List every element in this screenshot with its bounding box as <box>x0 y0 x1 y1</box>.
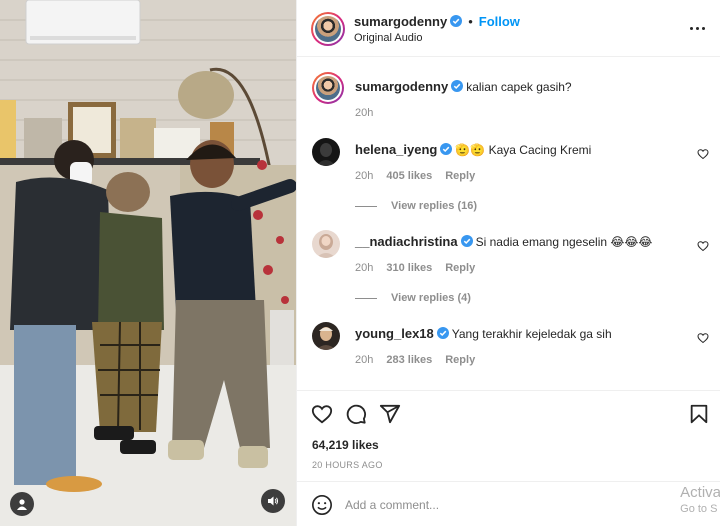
heart-icon[interactable] <box>697 240 709 252</box>
user-tag-icon <box>17 499 27 510</box>
user-tag-button[interactable] <box>10 492 34 516</box>
reply-button[interactable]: Reply <box>445 170 475 182</box>
post-header: sumargodenny • Follow Original Audio <box>297 0 720 57</box>
caption-avatar[interactable] <box>312 72 344 104</box>
post-panel: sumargodenny • Follow Original Audio sumar… <box>296 0 720 526</box>
emoji-icon[interactable] <box>311 494 333 516</box>
video-frame-illustration <box>0 0 296 526</box>
reply-button[interactable]: Reply <box>445 354 475 366</box>
author-avatar[interactable] <box>311 12 345 46</box>
comment-age: 20h <box>355 170 374 182</box>
commenter-username[interactable]: helena_iyeng <box>355 142 437 157</box>
share-icon[interactable] <box>379 403 401 425</box>
comment-age: 20h <box>355 262 374 274</box>
verified-badge-icon <box>436 327 449 339</box>
comment-item: __nadiachristina Si nadia emang ngeselin … <box>312 230 712 310</box>
comment-text: 🫡🫡 Kaya Cacing Kremi <box>455 143 592 157</box>
heart-icon[interactable] <box>697 332 709 344</box>
follow-button[interactable]: Follow <box>479 14 520 29</box>
heart-icon[interactable] <box>311 403 333 425</box>
verified-badge-icon <box>440 143 453 155</box>
view-replies-button[interactable]: View replies (16) <box>355 200 477 212</box>
comments-list[interactable]: sumargodenny kalian capek gasih? 20h hele… <box>297 58 720 390</box>
comment-meta: 20h 310 likes Reply <box>355 262 488 274</box>
commenter-avatar[interactable] <box>312 230 340 258</box>
comment-input[interactable] <box>345 496 645 514</box>
comment-age: 20h <box>355 354 374 366</box>
heart-icon[interactable] <box>697 148 709 160</box>
reply-button[interactable]: Reply <box>445 262 475 274</box>
commenter-username[interactable]: young_lex18 <box>355 326 434 341</box>
comment-text: Yang terakhir kejeledak ga sih <box>451 327 612 341</box>
comment-likes[interactable]: 310 likes <box>386 262 432 274</box>
view-replies-button[interactable]: View replies (4) <box>355 292 471 304</box>
caption: sumargodenny kalian capek gasih? 20h <box>312 72 712 132</box>
caption-age: 20h <box>355 107 374 119</box>
author-username[interactable]: sumargodenny <box>354 14 447 29</box>
separator-dot: • <box>468 14 473 29</box>
commenter-username[interactable]: __nadiachristina <box>355 234 458 249</box>
comment-likes[interactable]: 405 likes <box>386 170 432 182</box>
commenter-avatar[interactable] <box>312 138 340 166</box>
video-player[interactable] <box>0 0 296 526</box>
windows-activation-watermark: Activa Go to S <box>680 484 720 515</box>
comment-icon[interactable] <box>345 403 367 425</box>
sound-icon <box>268 496 279 506</box>
verified-badge-icon <box>460 235 473 247</box>
post-timestamp[interactable]: 20 HOURS AGO <box>312 460 383 470</box>
add-comment-bar: Activa Go to S <box>297 481 720 526</box>
comment-likes[interactable]: 283 likes <box>386 354 432 366</box>
comment-meta: 20h 283 likes Reply <box>355 354 488 366</box>
verified-badge-icon <box>450 15 463 27</box>
more-options-icon[interactable] <box>687 20 707 36</box>
sound-toggle-button[interactable] <box>261 489 285 513</box>
commenter-avatar[interactable] <box>312 322 340 350</box>
comment-item: young_lex18 Yang terakhir kejeledak ga si… <box>312 322 712 382</box>
caption-username[interactable]: sumargodenny <box>355 79 448 94</box>
comment-item: helena_iyeng 🫡🫡 Kaya Cacing Kremi 20h 405 … <box>312 138 712 218</box>
bookmark-icon[interactable] <box>688 403 710 425</box>
comment-meta: 20h 405 likes Reply <box>355 170 488 182</box>
post-actions: 64,219 likes 20 HOURS AGO <box>297 390 720 480</box>
verified-badge-icon <box>451 80 464 92</box>
audio-label[interactable]: Original Audio <box>354 32 423 44</box>
likes-count[interactable]: 64,219 likes <box>312 438 379 452</box>
comment-text: Si nadia emang ngeselin 😂😂😂 <box>475 235 653 249</box>
caption-text: kalian capek gasih? <box>466 80 572 94</box>
